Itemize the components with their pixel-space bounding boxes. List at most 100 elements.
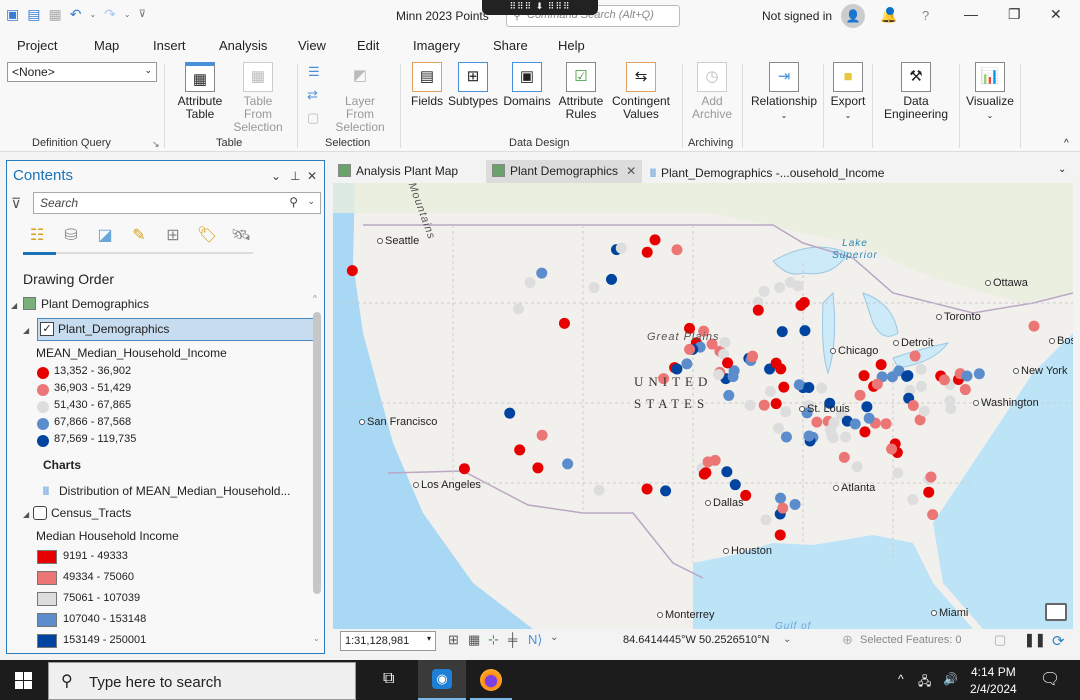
- chevron-down-icon[interactable]: ⌄: [550, 632, 558, 643]
- basemap-gallery-icon[interactable]: [1045, 603, 1067, 621]
- redo-dropdown-icon[interactable]: ⌄: [124, 10, 131, 19]
- fields-button[interactable]: ▤ Fields: [410, 62, 444, 108]
- close-button[interactable]: ✕: [1050, 6, 1062, 23]
- tab-project[interactable]: Project: [17, 38, 57, 53]
- tab-share[interactable]: Share: [493, 38, 528, 53]
- tab-map[interactable]: Map: [94, 38, 119, 53]
- notifications-icon[interactable]: 🗨: [1040, 669, 1060, 689]
- search-icon[interactable]: ⚲: [289, 195, 298, 209]
- plant-point[interactable]: [514, 444, 526, 456]
- scroll-up-icon[interactable]: ^: [313, 294, 317, 303]
- plant-point[interactable]: [649, 234, 661, 246]
- selection-icon[interactable]: ◪: [93, 225, 117, 247]
- plant-point[interactable]: [944, 395, 956, 407]
- plant-point[interactable]: [1028, 320, 1040, 332]
- switch-selection-icon[interactable]: ⇄: [307, 87, 318, 103]
- taskbar-firefox[interactable]: [470, 660, 512, 700]
- plant-point[interactable]: [773, 422, 785, 434]
- plant-point[interactable]: [886, 443, 898, 455]
- data-source-icon[interactable]: ⛁: [59, 225, 83, 247]
- select-features-icon[interactable]: ⊕: [842, 632, 853, 648]
- tab-plant-demographics[interactable]: Plant Demographics ✕: [486, 160, 643, 183]
- plant-point[interactable]: [719, 336, 731, 348]
- chevron-down-icon[interactable]: ⌄: [307, 196, 315, 207]
- refresh-icon[interactable]: ⟳: [1052, 632, 1065, 650]
- contingent-values-button[interactable]: ⇆ Contingent Values: [610, 62, 672, 121]
- plant-point[interactable]: [770, 398, 782, 410]
- constraint-icon[interactable]: ╪: [508, 632, 517, 647]
- scrollbar-thumb[interactable]: [313, 312, 321, 594]
- contents-scrollbar[interactable]: ^ ⌄: [312, 294, 322, 649]
- plant-point[interactable]: [458, 463, 470, 475]
- plant-point[interactable]: [764, 385, 776, 397]
- plant-point[interactable]: [770, 357, 782, 369]
- map-view[interactable]: Mountains Great Plains Lake Superior Gul…: [333, 183, 1073, 629]
- chart-item[interactable]: 𝍫 Distribution of MEAN_Median_Household..…: [43, 482, 290, 503]
- plant-point[interactable]: [558, 317, 570, 329]
- plant-point[interactable]: [961, 370, 973, 382]
- plant-point[interactable]: [744, 399, 756, 411]
- plant-point[interactable]: [775, 492, 787, 504]
- plant-point[interactable]: [826, 429, 838, 441]
- plant-point[interactable]: [729, 479, 741, 491]
- undo-dropdown-icon[interactable]: ⌄: [89, 10, 96, 19]
- plant-point[interactable]: [851, 461, 863, 473]
- plant-point[interactable]: [778, 381, 790, 393]
- plant-point[interactable]: [892, 467, 904, 479]
- plant-point[interactable]: [859, 426, 871, 438]
- legend-swatch[interactable]: [37, 550, 57, 564]
- show-hidden-icons[interactable]: ^: [898, 672, 904, 686]
- plant-point[interactable]: [562, 458, 574, 470]
- plant-point[interactable]: [858, 370, 870, 382]
- expand-triangle-icon[interactable]: ◢: [23, 510, 29, 519]
- redo-icon[interactable]: ↷: [104, 6, 116, 23]
- legend-swatch[interactable]: [37, 571, 57, 585]
- plant-point[interactable]: [760, 514, 772, 526]
- drawing-order-icon[interactable]: ☷: [25, 225, 49, 247]
- plant-point[interactable]: [774, 282, 786, 294]
- task-view-icon[interactable]: ⧉: [383, 670, 394, 688]
- plant-point[interactable]: [593, 484, 605, 496]
- plant-point[interactable]: [816, 382, 828, 394]
- plant-point[interactable]: [902, 370, 914, 382]
- plant-point[interactable]: [927, 509, 939, 521]
- layer-visibility-checkbox[interactable]: [33, 506, 47, 520]
- tab-chart[interactable]: 𝍫 Plant_Demographics -...ousehold_Income: [650, 164, 884, 185]
- save-icon[interactable]: ▦: [48, 6, 61, 23]
- tabs-overflow-icon[interactable]: ⌄: [1058, 164, 1066, 175]
- plant-point[interactable]: [880, 418, 892, 430]
- drag-handle[interactable]: ⠿⠿⠿ ⬇ ⠿⠿⠿: [482, 0, 598, 15]
- snapping-icon[interactable]: ⊹: [488, 632, 499, 648]
- collapse-ribbon-icon[interactable]: ^: [1064, 138, 1069, 149]
- plant-point[interactable]: [780, 406, 792, 418]
- plant-point[interactable]: [774, 529, 786, 541]
- attribute-table-button[interactable]: ▦ Attribute Table: [174, 62, 226, 121]
- plant-point[interactable]: [875, 359, 887, 371]
- plant-point[interactable]: [681, 358, 693, 370]
- export-button[interactable]: ■ Export ⌄: [828, 62, 868, 122]
- help-button[interactable]: ?: [922, 8, 929, 23]
- legend-swatch[interactable]: [37, 613, 57, 627]
- plant-point[interactable]: [512, 303, 524, 315]
- filter-icon[interactable]: ⊽: [11, 195, 21, 212]
- layer-visibility-checkbox[interactable]: ✓: [40, 322, 54, 336]
- plant-point[interactable]: [758, 285, 770, 297]
- plant-point[interactable]: [641, 483, 653, 495]
- minimize-button[interactable]: —: [964, 6, 978, 22]
- restore-button[interactable]: ❐: [1008, 6, 1021, 23]
- data-engineering-button[interactable]: ⚒ Data Engineering: [878, 62, 954, 121]
- legend-swatch[interactable]: [37, 401, 49, 413]
- plant-point[interactable]: [660, 485, 672, 497]
- plant-point[interactable]: [861, 401, 873, 413]
- plant-point[interactable]: [712, 369, 724, 381]
- plant-point[interactable]: [606, 273, 618, 285]
- plant-point[interactable]: [723, 389, 735, 401]
- plant-point[interactable]: [504, 407, 516, 419]
- filter-selection-icon[interactable]: ▢: [994, 632, 1006, 648]
- plant-point[interactable]: [792, 280, 804, 292]
- plant-point[interactable]: [532, 462, 544, 474]
- attribute-rules-button[interactable]: ☑ Attribute Rules: [556, 62, 606, 121]
- plant-point[interactable]: [909, 350, 921, 362]
- plant-point[interactable]: [907, 399, 919, 411]
- plant-point[interactable]: [798, 296, 810, 308]
